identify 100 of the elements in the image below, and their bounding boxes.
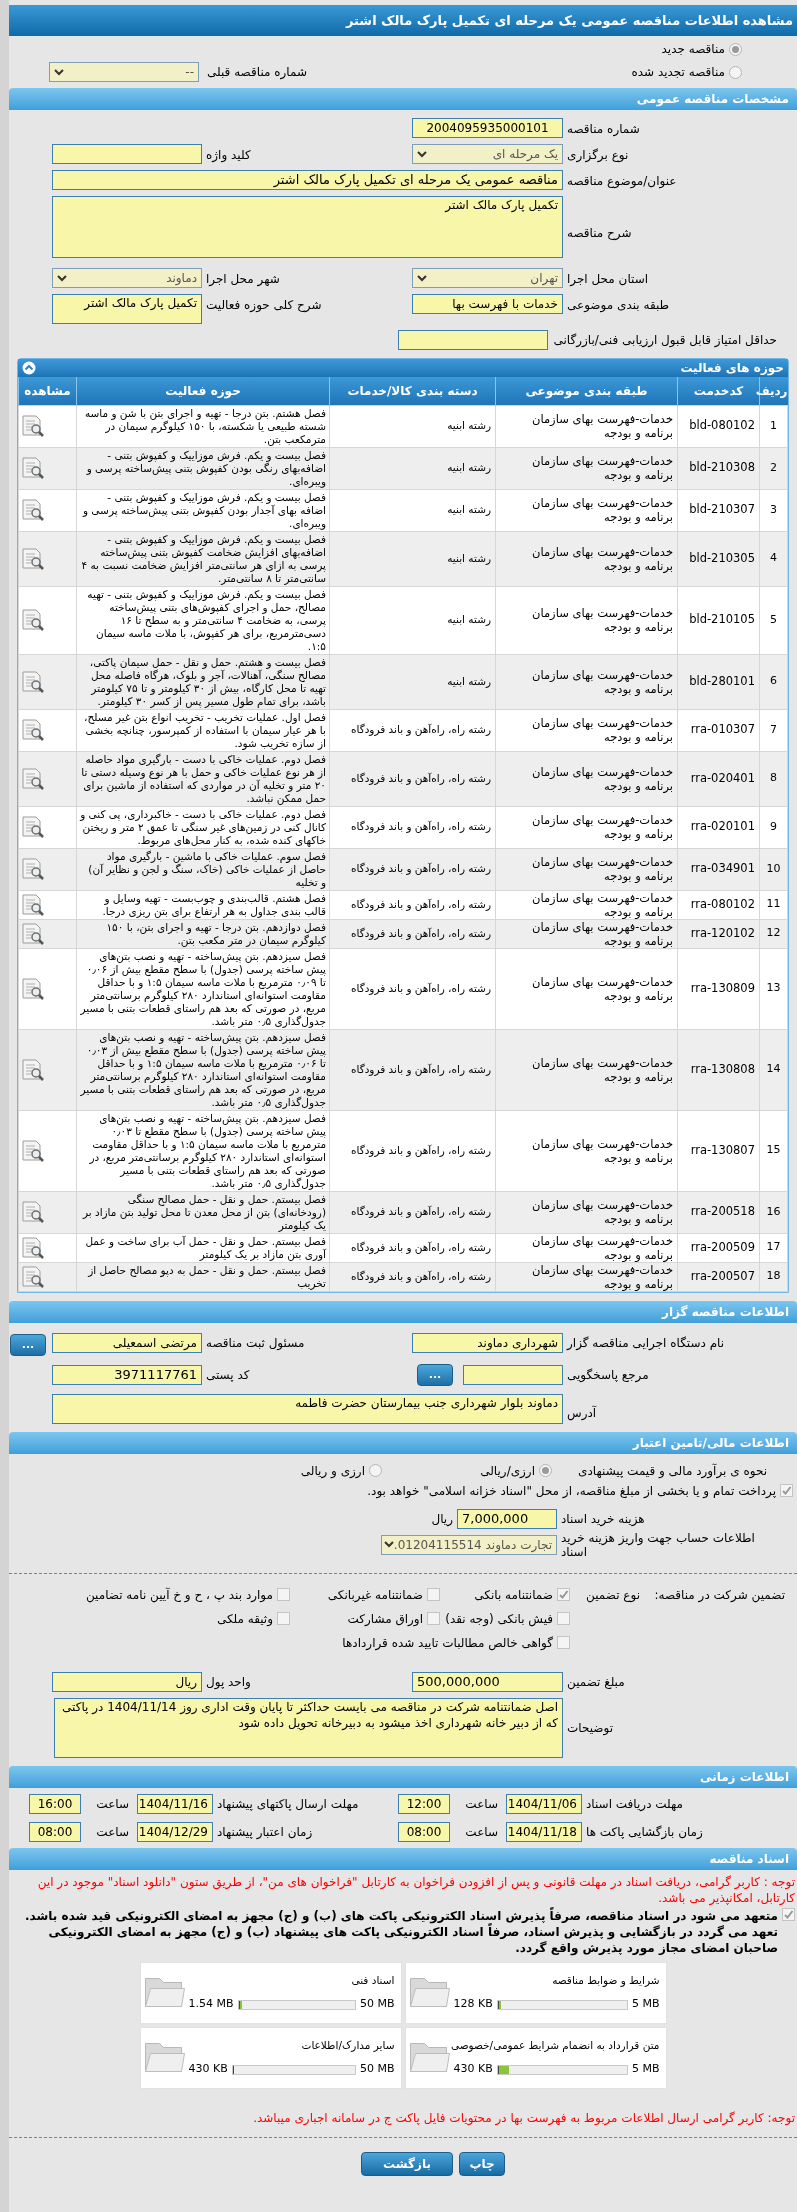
checkbox[interactable]: [427, 1588, 440, 1602]
document-search-icon[interactable]: [20, 669, 46, 694]
description-field[interactable]: تکمیل پارک مالک اشتر: [52, 196, 563, 258]
document-search-icon[interactable]: [20, 498, 46, 522]
field-label: آدرس: [566, 1404, 598, 1422]
browse-button[interactable]: ...: [10, 1333, 46, 1356]
keyword-field[interactable]: [52, 144, 202, 164]
treasury-note: پرداخت تمام و یا بخشی از مبلغ مناقصه، از محل "اسناد خزانه اسلامی" خواهد بود.: [366, 1483, 776, 1499]
document-search-icon[interactable]: [20, 1264, 46, 1289]
activity-summary-field[interactable]: تکمیل پارک مالک اشتر: [52, 294, 202, 324]
file-size: 1.54 MB: [188, 1996, 234, 2013]
table-cell: خدمات-فهرست بهای سازمان برنامه و بودجه: [495, 806, 678, 848]
city-select[interactable]: دماوند: [52, 268, 202, 288]
postal-code-field[interactable]: 3971117761: [52, 1364, 202, 1385]
radio-button[interactable]: [369, 1464, 382, 1478]
min-score-field[interactable]: [397, 330, 548, 350]
document-search-icon[interactable]: [20, 1235, 46, 1260]
province-select[interactable]: تهران: [412, 268, 563, 288]
browse-button[interactable]: ...: [417, 1363, 453, 1386]
field-label: اطلاعات حساب جهت واریز هزینه خرید اسناد: [560, 1530, 756, 1559]
registrar-field[interactable]: مرتضی اسمعیلی: [52, 1333, 202, 1354]
back-button[interactable]: بازگشت: [361, 2151, 453, 2176]
field-label: ساعت: [95, 1823, 130, 1841]
checkbox[interactable]: [427, 1612, 440, 1626]
table-cell: 10: [759, 848, 788, 890]
table-cell: rra-020101: [677, 806, 760, 848]
document-search-icon[interactable]: [20, 766, 46, 791]
currency-field[interactable]: ریال: [52, 1671, 202, 1692]
checkbox[interactable]: [277, 1612, 290, 1626]
table-cell: فصل اول. عملیات تخریب - تخریب انواع بتن غیر مسلح، با هر عیار سیمان با استفاده از کمپرسور، چنانچه بخشی از سازه تخریب شود.: [76, 709, 330, 751]
document-search-icon[interactable]: [20, 608, 46, 632]
table-cell: رشته ابنیه: [329, 654, 496, 709]
account-select[interactable]: تجارت دماوند 01204115514.: [381, 1534, 557, 1555]
document-search-icon[interactable]: [20, 1138, 46, 1163]
field-label: ضمانتنامه غیربانکی: [327, 1586, 423, 1604]
category-field[interactable]: خدمات با فهرست بها: [412, 294, 563, 314]
table-cell: 14: [759, 1029, 788, 1110]
table-cell: 12: [759, 919, 788, 948]
subject-field[interactable]: مناقصه عمومی یک مرحله ای تکمیل پارک مالک اشتر: [52, 170, 563, 190]
field-label: هزینه خرید اسناد: [560, 1510, 646, 1528]
checkbox[interactable]: [557, 1636, 570, 1650]
document-search-icon[interactable]: [20, 976, 46, 1001]
table-cell: خدمات-فهرست بهای سازمان برنامه و بودجه: [495, 709, 678, 751]
time-field[interactable]: 12:00: [398, 1793, 450, 1814]
agency-field[interactable]: شهرداری دماوند: [412, 1333, 563, 1354]
field-label: شماره مناقصه قبلی: [207, 64, 307, 81]
previous-tender-select[interactable]: --: [49, 62, 199, 82]
document-fee-field[interactable]: 7,000,000: [457, 1508, 557, 1529]
document-search-icon[interactable]: [20, 1057, 46, 1082]
holding-type-select[interactable]: یک مرحله ای: [412, 144, 563, 164]
tender-number-field[interactable]: 2004095935000101: [412, 118, 563, 138]
document-search-icon[interactable]: [20, 414, 46, 438]
checkbox[interactable]: [277, 1588, 290, 1602]
table-cell: فصل بیست و یکم. فرش موزاییک و کفپوش بتنی - اضافه بهای آجدار بودن کفپوش بتنی پیش‌ساخته پرسی و ویبره‌ای.: [76, 489, 330, 531]
checkbox[interactable]: [557, 1588, 570, 1602]
radio-button[interactable]: [729, 42, 742, 56]
field-label: مهلت ارسال پاکتهای پیشنهاد: [216, 1795, 360, 1813]
time-field[interactable]: 08:00: [398, 1821, 450, 1842]
table-cell: rra-200507: [677, 1262, 760, 1291]
document-search-icon[interactable]: [20, 857, 46, 881]
document-search-icon[interactable]: [20, 1200, 46, 1224]
section-header: مشخصات مناقصه عمومی: [9, 88, 797, 110]
document-search-icon[interactable]: [20, 815, 46, 839]
table-cell: رشته ابنیه: [329, 405, 496, 447]
document-search-icon[interactable]: [20, 892, 46, 917]
table-cell: 18: [759, 1262, 788, 1291]
table-cell: 9: [759, 806, 788, 848]
field-label: کد پستی: [205, 1366, 251, 1384]
date-field[interactable]: 1404/11/18: [506, 1821, 582, 1842]
date-field[interactable]: 1404/11/16: [137, 1793, 213, 1814]
time-field[interactable]: 08:00: [29, 1821, 81, 1842]
section-header: اطلاعات زمانی: [9, 1765, 797, 1788]
folder-icon: [144, 1978, 185, 2008]
document-search-icon[interactable]: [20, 921, 46, 946]
time-field[interactable]: 16:00: [29, 1793, 81, 1814]
document-search-icon[interactable]: [20, 718, 46, 742]
radio-button[interactable]: [539, 1464, 552, 1478]
table-cell: خدمات-فهرست بهای سازمان برنامه و بودجه: [495, 890, 678, 919]
reference-field[interactable]: [463, 1364, 563, 1385]
table-cell: رشته راه، راه‌آهن و باند فرودگاه: [329, 848, 496, 890]
collapse-icon[interactable]: [22, 361, 36, 375]
field-label: شهر محل اجرا: [205, 271, 281, 288]
chevron-down-icon: [417, 150, 427, 158]
document-search-icon[interactable]: [20, 456, 46, 480]
table-cell: خدمات-فهرست بهای سازمان برنامه و بودجه: [495, 1233, 678, 1262]
date-field[interactable]: 1404/11/06: [506, 1793, 582, 1814]
date-field[interactable]: 1404/12/29: [137, 1821, 213, 1842]
checkbox[interactable]: [557, 1612, 570, 1626]
address-field[interactable]: دماوند بلوار شهرداری جنب بیمارستان حضرت فاطمه: [52, 1393, 563, 1424]
notes-field[interactable]: اصل ضمانتنامه شرکت در مناقصه می بایست حداکثر تا پایان وقت اداری روز 1404/11/14 در پاکتی که از دبیر خانه شهرداری اخذ میشود به دبیرخانه تحویل داده شود: [54, 1697, 563, 1758]
table-cell: 8: [759, 751, 788, 806]
file-size: 430 KB: [188, 2061, 228, 2078]
print-button[interactable]: چاپ: [459, 2151, 505, 2176]
document-search-icon[interactable]: [20, 546, 46, 571]
checkbox[interactable]: [780, 1483, 793, 1497]
table-cell: bld-210305: [677, 531, 760, 586]
radio-button[interactable]: [729, 65, 742, 79]
checkbox[interactable]: [782, 1907, 795, 1921]
section-header: اطلاعات مالی/تامین اعتبار: [9, 1431, 797, 1454]
guarantee-amount-field[interactable]: 500,000,000: [412, 1671, 563, 1692]
